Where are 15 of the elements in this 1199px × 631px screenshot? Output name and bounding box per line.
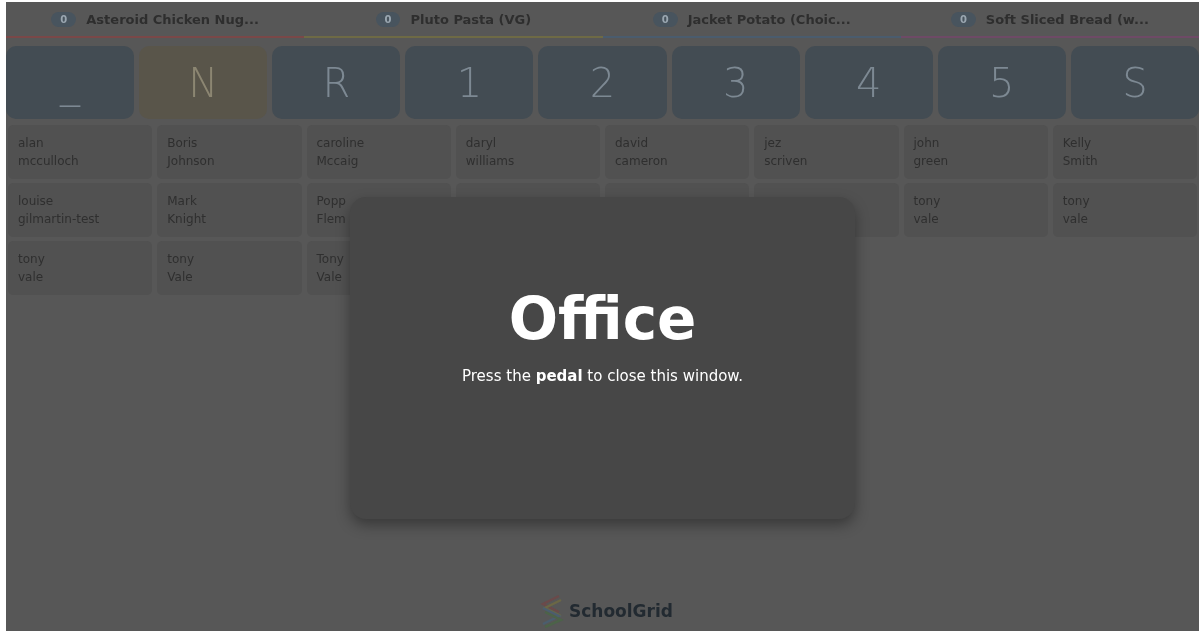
logo-icon (539, 594, 565, 628)
count-badge: 0 (950, 11, 976, 27)
count-badge: 0 (375, 11, 401, 27)
letter-key[interactable]: S (1070, 46, 1199, 119)
letter-key[interactable]: R (272, 46, 401, 119)
dialog-message: Press the pedal to close this window. (462, 367, 743, 385)
count-badge: 0 (51, 11, 77, 27)
letter-key[interactable]: 2 (538, 46, 667, 119)
letter-key[interactable]: _ (6, 46, 135, 119)
letter-key[interactable]: 4 (804, 46, 933, 119)
letter-key[interactable]: 3 (671, 46, 800, 119)
letter-key[interactable]: 5 (937, 46, 1066, 119)
dialog-title: Office (508, 285, 697, 353)
letter-key[interactable]: 1 (405, 46, 534, 119)
count-badge: 0 (652, 11, 678, 27)
